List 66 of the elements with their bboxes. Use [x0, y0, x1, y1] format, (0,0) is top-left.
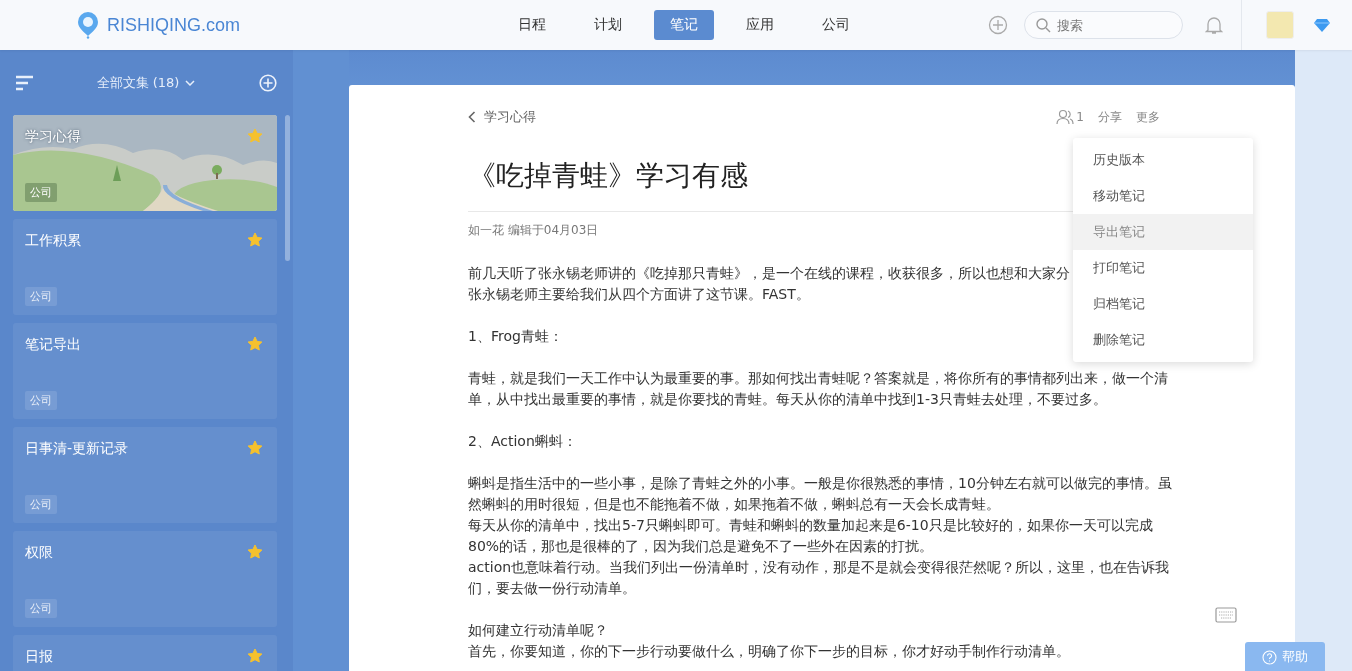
menu-item[interactable]: 移动笔记 — [1073, 178, 1253, 214]
notebook-tag: 公司 — [25, 495, 57, 514]
star-icon[interactable] — [247, 544, 263, 560]
notebook-tag: 公司 — [25, 391, 57, 410]
collaborators-button[interactable]: 1 — [1056, 109, 1084, 125]
keyboard-icon[interactable] — [1215, 607, 1237, 623]
toolbar-action[interactable]: 更多 — [1136, 108, 1160, 126]
people-icon — [1056, 109, 1075, 125]
nav-tab[interactable]: 计划 — [578, 10, 638, 40]
notebook-card[interactable]: 日报 — [13, 635, 277, 671]
notebook-title: 日事清-更新记录 — [25, 440, 129, 458]
note-paragraph: 张永锡老师主要给我们从四个方面讲了这节课。FAST。 — [468, 285, 810, 304]
nav-tab[interactable]: 日程 — [502, 10, 562, 40]
star-icon[interactable] — [247, 440, 263, 456]
note-meta: 如一花 编辑于04月03日 — [468, 222, 599, 239]
note-paragraph: 2、Action蝌蚪： — [468, 432, 577, 451]
note-paragraph: action也意味着行动。当我们列出一份清单时，没有动作，那是不是就会变得很茫然呢？所以，这里，也在告诉我们，要去做一份行动清单。 — [468, 558, 1171, 598]
search-icon — [1035, 17, 1051, 33]
notebook-card[interactable]: 工作积累 公司 — [13, 219, 277, 315]
menu-item[interactable]: 导出笔记 — [1073, 214, 1253, 250]
nav-tab[interactable]: 笔记 — [654, 10, 714, 40]
logo-icon — [77, 11, 99, 39]
note-paragraph: 1、Frog青蛙： — [468, 327, 563, 346]
notebook-title: 权限 — [25, 544, 53, 562]
nav-tab[interactable]: 公司 — [806, 10, 866, 40]
star-icon[interactable] — [247, 128, 263, 144]
search-field[interactable]: 搜索 — [1024, 11, 1183, 39]
help-button[interactable]: 帮助 — [1245, 642, 1325, 671]
caret-icon — [185, 79, 196, 86]
notebook-title: 笔记导出 — [25, 336, 81, 354]
help-icon — [1262, 649, 1277, 665]
toolbar-action[interactable]: 分享 — [1098, 108, 1122, 126]
star-icon[interactable] — [247, 336, 263, 352]
star-icon[interactable] — [247, 648, 263, 664]
menu-item[interactable]: 历史版本 — [1073, 142, 1253, 178]
note-paragraph: 前几天听了张永锡老师讲的《吃掉那只青蛙》，是一个在线的课程，收获很多，所以也想和大家分 — [468, 264, 1070, 283]
star-icon[interactable] — [247, 232, 263, 248]
notebook-card[interactable]: 笔记导出 公司 — [13, 323, 277, 419]
logo-text[interactable]: RISHIQING.com — [107, 14, 240, 36]
chevron-left-icon — [468, 111, 476, 123]
notebook-title: 学习心得 — [25, 128, 81, 146]
note-paragraph: 青蛙，就是我们一天工作中认为最重要的事。那如何找出青蛙呢？答案就是，将你所有的事情都列出来，做一个清单，从中找出最重要的事情，就是你要找的青蛙。每天从你的清单中找到1-3只青蛙去处理，不要过多。 — [468, 369, 1169, 409]
note-paragraph: 每天从你的清单中，找出5-7只蝌蚪即可。青蛙和蝌蚪的数量加起来是6-10只是比较好的，如果你一天可以完成80%的话，那也是很棒的了，因为我们总是避免不了一些外在因素的打扰。 — [468, 516, 1154, 556]
menu-item[interactable]: 归档笔记 — [1073, 286, 1253, 322]
add-icon[interactable] — [988, 15, 1008, 35]
notebook-tag: 公司 — [25, 287, 57, 306]
notebook-tag: 公司 — [25, 183, 57, 202]
notification-bell-icon[interactable] — [1205, 15, 1223, 35]
nav-tab[interactable]: 应用 — [730, 10, 790, 40]
collection-dropdown[interactable]: 全部文集 (18) — [96, 73, 196, 92]
menu-icon[interactable] — [16, 74, 33, 91]
menu-item[interactable]: 打印笔记 — [1073, 250, 1253, 286]
notebook-title: 工作积累 — [25, 232, 81, 250]
note-paragraph: 首先，你要知道，你的下一步行动要做什么，明确了你下一步的目标，你才好动手制作行动清单。 — [468, 642, 1070, 661]
notebook-card[interactable]: 学习心得 公司 — [13, 115, 277, 211]
notebook-card[interactable]: 权限 公司 — [13, 531, 277, 627]
scrollbar-thumb[interactable] — [285, 115, 290, 261]
breadcrumb-link[interactable]: 学习心得 — [468, 108, 536, 126]
menu-item[interactable]: 删除笔记 — [1073, 322, 1253, 358]
note-paragraph: 如何建立行动清单呢？ — [468, 621, 608, 640]
notebook-tag: 公司 — [25, 599, 57, 618]
avatar-placeholder[interactable] — [1266, 11, 1294, 39]
note-paragraph: 蝌蚪是指生活中的一些小事，是除了青蛙之外的小事。一般是你很熟悉的事情，10分钟左右就可以做完的事情。虽然蝌蚪的用时很短，但是也不能拖着不做，如果拖着不做，蝌蚪总有一天会长成青蛙。 — [468, 474, 1173, 514]
notebook-card[interactable]: 日事清-更新记录 公司 — [13, 427, 277, 523]
diamond-icon[interactable] — [1314, 18, 1330, 32]
notebook-title: 日报 — [25, 648, 53, 666]
